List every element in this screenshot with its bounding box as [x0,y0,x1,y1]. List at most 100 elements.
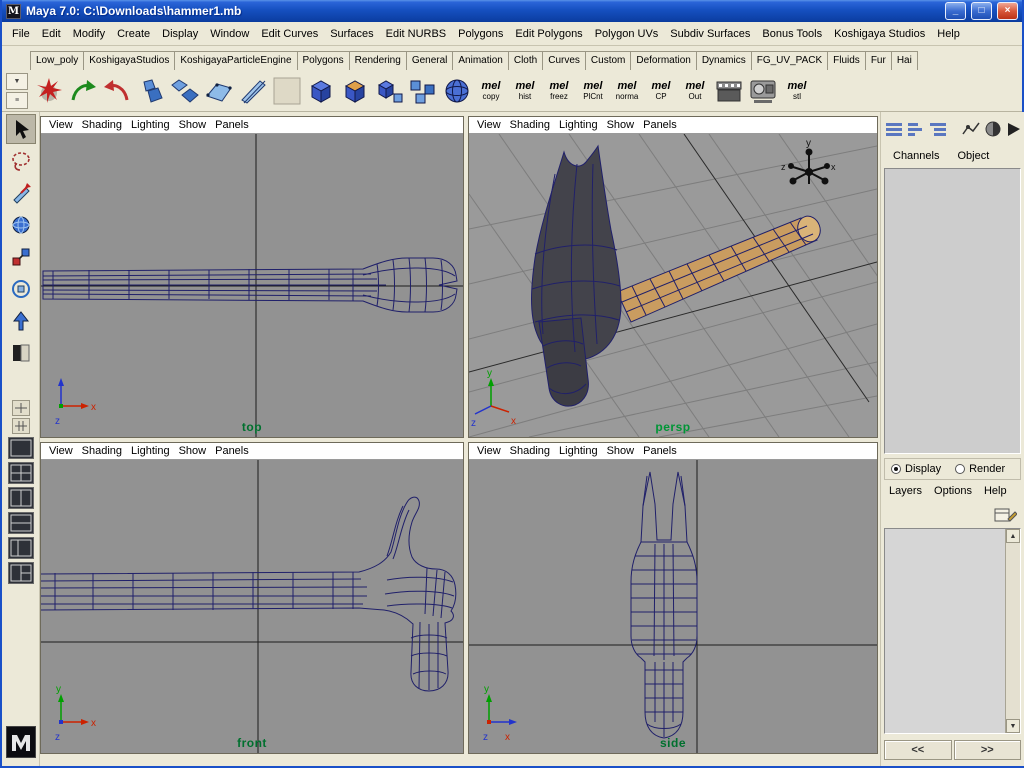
shelf-tab-deformation[interactable]: Deformation [630,51,697,70]
layer-list-scrollbar[interactable]: ▲ ▼ [1005,529,1020,733]
menu-polygons[interactable]: Polygons [452,25,509,43]
shelf-plane-button[interactable] [202,73,236,109]
scroll-down-icon[interactable]: ▼ [1006,719,1020,733]
viewport-menu-show[interactable]: Show [179,444,216,458]
viewport-menu-lighting[interactable]: Lighting [131,444,179,458]
viewport-persp-canvas[interactable]: y x z y z x persp [469,134,877,437]
shelf-knife-button[interactable] [236,73,270,109]
layout-single-pane-button[interactable] [7,437,34,459]
layout-three-panes-button[interactable] [7,562,34,584]
lasso-tool-button[interactable] [6,146,36,176]
shaded-sphere-icon[interactable] [984,120,1002,138]
shelf-mel-out-button[interactable]: mel Out [678,73,712,109]
menu-options[interactable]: Options [929,483,977,499]
shelf-mel-copy-button[interactable]: mel copy [474,73,508,109]
shelf-blank-swatch-button[interactable] [270,73,304,109]
layout-outliner-persp-button[interactable] [7,537,34,559]
menu-layers[interactable]: Layers [884,483,927,499]
layer-list[interactable]: ▲ ▼ [884,528,1021,734]
channel-box-layout-icon[interactable] [929,121,947,137]
layout-two-panes-side-button[interactable] [7,487,34,509]
viewport-menu-panels[interactable]: Panels [215,444,258,458]
menu-layer-help[interactable]: Help [979,483,1012,499]
shelf-tab-koshigayaparticleengine[interactable]: KoshigayaParticleEngine [174,51,298,70]
viewport-side-canvas[interactable]: z x y side [469,460,877,753]
menu-polygon-uvs[interactable]: Polygon UVs [589,25,665,43]
channel-box-list[interactable] [884,168,1021,454]
viewport-menu-show[interactable]: Show [607,444,644,458]
shelf-tab-polygons[interactable]: Polygons [296,51,350,70]
layout-four-panes-button[interactable] [7,462,34,484]
maximize-button[interactable]: □ [971,2,992,20]
shelf-tab-rendering[interactable]: Rendering [348,51,407,70]
viewport-menu-view[interactable]: View [49,444,82,458]
menu-subdiv-surfaces[interactable]: Subdiv Surfaces [664,25,756,43]
render-radio[interactable] [955,464,966,474]
menu-edit[interactable]: Edit [36,25,67,43]
viewport-menu-panels[interactable]: Panels [215,118,258,132]
viewport-menu-shading[interactable]: Shading [510,118,559,132]
shelf-mel-freez-button[interactable]: mel freez [542,73,576,109]
shelf-mel-norma-button[interactable]: mel norma [610,73,644,109]
move-tool-button[interactable] [6,178,36,208]
shelf-tab-general[interactable]: General [405,51,454,70]
viewport-menu-shading[interactable]: Shading [510,444,559,458]
menu-file[interactable]: File [6,25,36,43]
viewport-menu-show[interactable]: Show [179,118,216,132]
nav-forward-button[interactable]: >> [953,740,1021,760]
viewport-menu-shading[interactable]: Shading [82,444,131,458]
menu-create[interactable]: Create [111,25,156,43]
menu-edit-nurbs[interactable]: Edit NURBS [380,25,453,43]
shelf-gem-button[interactable] [134,73,168,109]
shelf-red-curve-button[interactable] [100,73,134,109]
shelf-tab-custom[interactable]: Custom [584,51,632,70]
viewport-menu-view[interactable]: View [477,118,510,132]
shelf-diamond-pair-button[interactable] [168,73,202,109]
shelf-clapperboard-button[interactable] [712,73,746,109]
last-tool-button[interactable] [6,338,36,368]
display-radio[interactable] [891,464,901,474]
viewport-menu-panels[interactable]: Panels [643,118,686,132]
quick-layout-button-1[interactable] [11,400,30,416]
shelf-starburst-button[interactable] [32,73,66,109]
panel-menu-icon[interactable] [1006,120,1022,138]
rotate-tool-button[interactable] [6,210,36,240]
scroll-up-icon[interactable]: ▲ [1006,529,1020,543]
show-manipulator-tool-button[interactable] [6,306,36,336]
universal-manipulator-tool-button[interactable] [6,274,36,304]
shelf-mel-hist-button[interactable]: mel hist [508,73,542,109]
channel-list-icon[interactable] [885,121,903,137]
viewport-front-canvas[interactable]: z x y front [41,460,463,753]
shelf-scatter-button[interactable] [406,73,440,109]
viewport-top-canvas[interactable]: z x top [41,134,463,437]
shelf-green-curve-button[interactable] [66,73,100,109]
shelf-tab-animation[interactable]: Animation [452,51,509,70]
shelf-sphere-button[interactable] [440,73,474,109]
viewport-menu-shading[interactable]: Shading [82,118,131,132]
shelf-mel-plcnt-button[interactable]: mel PlCnt [576,73,610,109]
viewport-menu-lighting[interactable]: Lighting [131,118,179,132]
shelf-mel-cp-button[interactable]: mel CP [644,73,678,109]
hypergraph-icon[interactable] [962,120,980,138]
viewport-menu-view[interactable]: View [477,444,510,458]
viewport-menu-show[interactable]: Show [607,118,644,132]
menu-surfaces[interactable]: Surfaces [324,25,379,43]
viewport-menu-lighting[interactable]: Lighting [559,444,607,458]
nav-back-button[interactable]: << [884,740,952,760]
shelf-cube-button[interactable] [304,73,338,109]
viewport-menu-view[interactable]: View [49,118,82,132]
menu-edit-curves[interactable]: Edit Curves [255,25,324,43]
quick-layout-button-2[interactable] [11,418,30,434]
shelf-tab-fg-uv-pack[interactable]: FG_UV_PACK [750,51,829,70]
menu-help[interactable]: Help [931,25,966,43]
shelf-cube-split-button[interactable] [372,73,406,109]
shelf-tab-hair[interactable]: Hai [890,51,918,70]
shelf-tab-fur[interactable]: Fur [864,51,892,70]
close-button[interactable]: × [997,2,1018,20]
menu-modify[interactable]: Modify [67,25,111,43]
shelf-tab-curves[interactable]: Curves [542,51,586,70]
shelf-film-settings-button[interactable] [746,73,780,109]
shelf-tab-fluids[interactable]: Fluids [827,51,866,70]
shelf-tab-koshigayastudios[interactable]: KoshigayaStudios [83,51,176,70]
shelf-mel-stl-button[interactable]: mel stl [780,73,814,109]
